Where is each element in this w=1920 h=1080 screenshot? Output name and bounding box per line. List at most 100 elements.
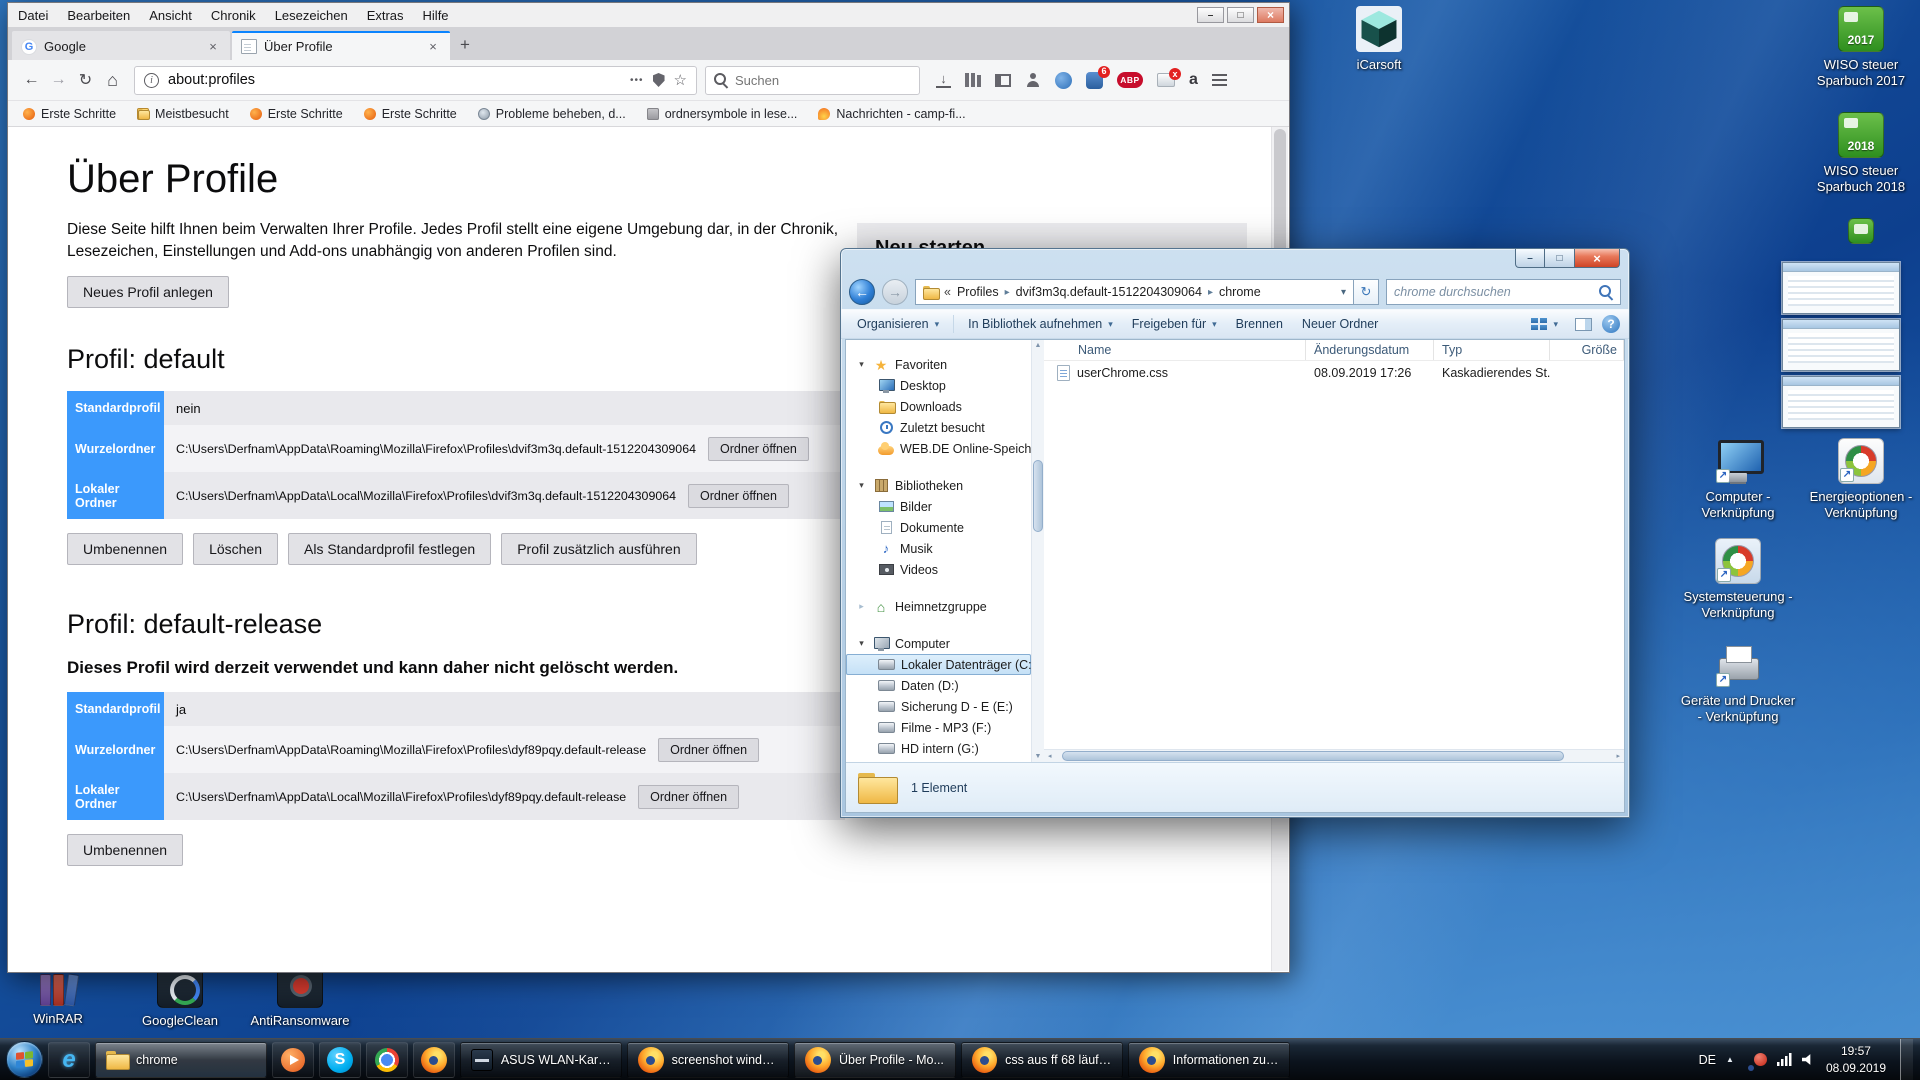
column-size[interactable]: Größe bbox=[1550, 340, 1624, 360]
taskbar-mediaplayer[interactable] bbox=[272, 1042, 314, 1078]
bookmark-item[interactable]: Nachrichten - camp-fi... bbox=[818, 107, 965, 121]
forward-button[interactable] bbox=[45, 67, 72, 94]
new-tab-button[interactable] bbox=[452, 32, 478, 58]
desktop-icon-wiso-small[interactable] bbox=[1812, 218, 1910, 244]
extension-globe-icon[interactable] bbox=[1055, 72, 1072, 89]
url-bar[interactable] bbox=[134, 66, 697, 95]
tree-item-favoriten[interactable]: Favoriten bbox=[846, 354, 1031, 375]
help-icon[interactable] bbox=[1602, 315, 1620, 333]
tree-item-drive-f[interactable]: Filme - MP3 (F:) bbox=[846, 717, 1031, 738]
menu-chronik[interactable]: Chronik bbox=[211, 8, 256, 23]
downloads-icon[interactable] bbox=[936, 73, 951, 88]
column-date[interactable]: Änderungsdatum bbox=[1306, 340, 1434, 360]
tree-item-dokumente[interactable]: Dokumente bbox=[846, 517, 1031, 538]
menu-extras[interactable]: Extras bbox=[367, 8, 404, 23]
chevron-down-icon[interactable] bbox=[1341, 287, 1346, 298]
delete-button[interactable]: Löschen bbox=[193, 533, 278, 565]
page-actions-icon[interactable] bbox=[630, 75, 644, 86]
home-button[interactable] bbox=[99, 67, 126, 94]
run-profile-button[interactable]: Profil zusätzlich ausführen bbox=[501, 533, 696, 565]
tree-item-bilder[interactable]: Bilder bbox=[846, 496, 1031, 517]
refresh-button[interactable] bbox=[1354, 279, 1379, 305]
pocket-icon[interactable] bbox=[653, 73, 665, 87]
page-info-icon[interactable] bbox=[144, 73, 159, 88]
create-profile-button[interactable]: Neues Profil anlegen bbox=[67, 276, 229, 308]
window-thumbnails[interactable] bbox=[1782, 262, 1900, 433]
taskbar-skype[interactable]: S bbox=[319, 1042, 361, 1078]
desktop-icon-wiso-2017[interactable]: 2017 WISO steuer Sparbuch 2017 bbox=[1802, 6, 1920, 88]
open-folder-button[interactable]: Ordner öffnen bbox=[638, 785, 739, 809]
minimize-button[interactable] bbox=[1515, 249, 1545, 268]
tree-item-drive-c[interactable]: Lokaler Datenträger (C:) bbox=[846, 654, 1031, 675]
rename-button[interactable]: Umbenennen bbox=[67, 533, 183, 565]
open-folder-button[interactable]: Ordner öffnen bbox=[688, 484, 789, 508]
bookmark-star-icon[interactable] bbox=[674, 71, 687, 89]
breadcrumb-profile-folder[interactable]: dvif3m3q.default-1512204309064 bbox=[1016, 285, 1202, 299]
reload-button[interactable] bbox=[72, 67, 99, 94]
desktop-icon-systemsteuerung[interactable]: ↗ Systemsteuerung - Verknüpfung bbox=[1679, 538, 1797, 620]
preview-pane-icon[interactable] bbox=[1575, 318, 1592, 331]
column-name[interactable]: Name bbox=[1044, 340, 1306, 360]
bookmark-item[interactable]: Meistbesucht bbox=[137, 107, 229, 121]
sidebar-icon[interactable] bbox=[995, 74, 1011, 87]
tree-item-zuletzt-besucht[interactable]: Zuletzt besucht bbox=[846, 417, 1031, 438]
explorer-search-input[interactable] bbox=[1394, 285, 1593, 299]
expander-icon[interactable] bbox=[856, 359, 867, 370]
taskbar-task-asus[interactable]: ASUS WLAN-Kart... bbox=[460, 1042, 622, 1078]
adblock-plus-icon[interactable]: ABP bbox=[1117, 72, 1143, 88]
taskbar-firefox[interactable] bbox=[413, 1042, 455, 1078]
horizontal-scrollbar[interactable] bbox=[1044, 749, 1624, 762]
menu-hilfe[interactable]: Hilfe bbox=[423, 8, 449, 23]
scrollbar-thumb[interactable] bbox=[1033, 460, 1043, 532]
window-thumbnail[interactable] bbox=[1782, 319, 1900, 371]
desktop-icon-icarsoft[interactable]: iCarsoft bbox=[1320, 6, 1438, 73]
toolbar-organisieren[interactable]: Organisieren bbox=[850, 314, 946, 334]
account-icon[interactable] bbox=[1025, 73, 1041, 87]
menu-datei[interactable]: Datei bbox=[18, 8, 48, 23]
tree-item-downloads[interactable]: Downloads bbox=[846, 396, 1031, 417]
chevron-up-icon[interactable] bbox=[1726, 1055, 1734, 1064]
expander-icon[interactable] bbox=[856, 480, 867, 491]
toolbar-freigeben[interactable]: Freigeben für bbox=[1125, 314, 1224, 334]
breadcrumb-overflow-icon[interactable]: « bbox=[944, 285, 951, 299]
bookmark-item[interactable]: Erste Schritte bbox=[250, 107, 343, 121]
tree-item-desktop[interactable]: Desktop bbox=[846, 375, 1031, 396]
start-button[interactable] bbox=[6, 1041, 43, 1078]
toolbar-brennen[interactable]: Brennen bbox=[1229, 314, 1290, 334]
window-thumbnail[interactable] bbox=[1782, 376, 1900, 428]
tree-item-drive-g[interactable]: HD intern (G:) bbox=[846, 738, 1031, 759]
breadcrumb-chrome[interactable]: chrome bbox=[1219, 285, 1261, 299]
expander-icon[interactable] bbox=[856, 601, 867, 612]
scrollbar-thumb[interactable] bbox=[1062, 751, 1564, 761]
tree-item-heimnetzgruppe[interactable]: Heimnetzgruppe bbox=[846, 596, 1031, 617]
open-folder-button[interactable]: Ordner öffnen bbox=[708, 437, 809, 461]
volume-icon[interactable] bbox=[1802, 1054, 1816, 1066]
views-button[interactable] bbox=[1524, 315, 1565, 334]
tree-scrollbar[interactable] bbox=[1031, 340, 1044, 762]
url-input[interactable] bbox=[168, 72, 621, 88]
maximize-button[interactable] bbox=[1227, 7, 1254, 23]
back-button[interactable] bbox=[18, 67, 45, 94]
desktop-icon-wiso-2018[interactable]: 2018 WISO steuer Sparbuch 2018 bbox=[1802, 112, 1920, 194]
desktop-icon-geraete-drucker[interactable]: ↗ Geräte und Drucker - Verknüpfung bbox=[1679, 642, 1797, 724]
window-thumbnail[interactable] bbox=[1782, 262, 1900, 314]
rename-button[interactable]: Umbenennen bbox=[67, 834, 183, 866]
extension-blocker-icon[interactable]: 6 bbox=[1086, 72, 1103, 89]
library-icon[interactable] bbox=[965, 73, 981, 87]
network-icon[interactable] bbox=[1777, 1053, 1792, 1066]
breadcrumb-profiles[interactable]: Profiles bbox=[957, 285, 999, 299]
tree-item-bibliotheken[interactable]: Bibliotheken bbox=[846, 475, 1031, 496]
extension-mail-icon[interactable]: x bbox=[1157, 73, 1175, 87]
minimize-button[interactable] bbox=[1197, 7, 1224, 23]
search-input[interactable] bbox=[735, 73, 911, 88]
column-type[interactable]: Typ bbox=[1434, 340, 1550, 360]
menu-bearbeiten[interactable]: Bearbeiten bbox=[67, 8, 130, 23]
tray-security-icon[interactable] bbox=[1754, 1053, 1767, 1066]
menu-lesezeichen[interactable]: Lesezeichen bbox=[275, 8, 348, 23]
taskbar-task-ueber-profile[interactable]: Über Profile - Mo... bbox=[794, 1042, 956, 1078]
language-indicator[interactable]: DE bbox=[1699, 1053, 1716, 1067]
taskbar-chrome-browser[interactable] bbox=[366, 1042, 408, 1078]
taskbar-explorer-chrome[interactable]: chrome bbox=[95, 1042, 267, 1078]
maximize-button[interactable] bbox=[1545, 249, 1574, 268]
close-button[interactable] bbox=[1574, 249, 1620, 268]
